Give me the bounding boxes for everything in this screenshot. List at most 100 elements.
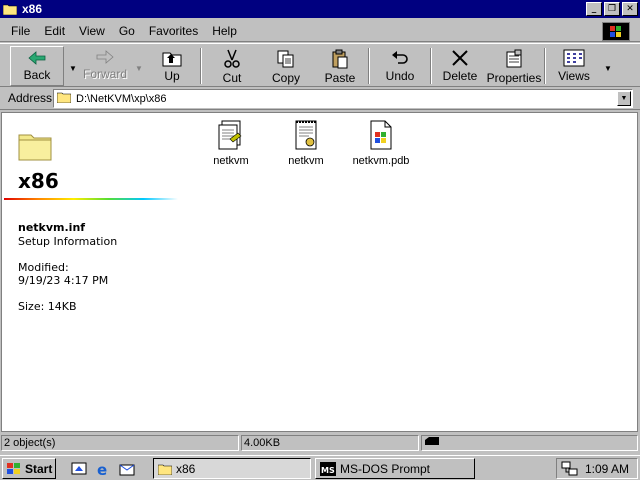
folder-icon	[158, 464, 172, 475]
undo-button[interactable]: Undo	[373, 46, 427, 86]
file-item[interactable]: netkvm	[271, 119, 341, 167]
cut-button[interactable]: Cut	[205, 46, 259, 86]
menu-file[interactable]: File	[11, 24, 30, 38]
file-name: netkvm	[288, 155, 324, 167]
rainbow-divider	[4, 198, 178, 200]
task-label: x86	[176, 461, 196, 476]
large-folder-icon	[18, 131, 52, 164]
toolbar-separator	[544, 48, 546, 84]
start-button[interactable]: Start	[2, 458, 56, 479]
menu-go[interactable]: Go	[119, 24, 135, 38]
toolbar: Back ▼ Forward ▼ Up Cut Copy Paste Undo	[0, 43, 640, 87]
paste-clipboard-icon	[332, 49, 348, 69]
views-button[interactable]: Views	[547, 46, 601, 86]
status-zone	[421, 435, 638, 451]
windows-logo-icon	[7, 462, 20, 474]
back-button[interactable]: Back	[10, 46, 64, 86]
windows-file-icon	[370, 120, 392, 150]
selected-file-name: netkvm.inf	[18, 221, 86, 234]
delete-label: Delete	[442, 69, 478, 83]
outlook-express-icon[interactable]	[118, 460, 136, 478]
ms-dos-icon: MS	[320, 461, 336, 476]
explorer-window: x86 _ ❐ ✕ File Edit View Go Favorites He…	[0, 0, 640, 455]
views-icon	[563, 49, 585, 67]
menu-favorites[interactable]: Favorites	[149, 24, 198, 38]
menu-help[interactable]: Help	[212, 24, 237, 38]
up-label: Up	[164, 69, 180, 83]
task-button-x86[interactable]: x86	[153, 458, 311, 479]
back-label: Back	[23, 68, 51, 82]
up-folder-icon	[162, 52, 182, 67]
folder-icon	[56, 91, 72, 106]
forward-label: Forward	[82, 67, 127, 81]
properties-label: Properties	[486, 71, 542, 85]
close-button[interactable]: ✕	[622, 2, 638, 16]
drive-icon	[425, 437, 439, 445]
menu-view[interactable]: View	[79, 24, 105, 38]
show-desktop-icon[interactable]	[70, 460, 88, 478]
file-name: netkvm.pdb	[352, 155, 410, 167]
file-item[interactable]: netkvm	[196, 119, 266, 167]
properties-icon	[506, 49, 522, 68]
toolbar-separator	[200, 48, 202, 84]
internet-explorer-icon[interactable]: e	[94, 460, 112, 478]
status-size: 4.00KB	[241, 435, 419, 451]
status-bar: 2 object(s) 4.00KB	[0, 434, 640, 452]
minimize-button[interactable]: _	[586, 2, 602, 16]
restore-button[interactable]: ❐	[604, 2, 620, 16]
status-object-count: 2 object(s)	[1, 435, 239, 451]
delete-x-icon	[452, 50, 468, 66]
menu-edit[interactable]: Edit	[44, 24, 65, 38]
toolbar-separator	[368, 48, 370, 84]
delete-button[interactable]: Delete	[433, 46, 487, 86]
folder-view[interactable]: x86 netkvm.inf Setup Information Modifie…	[1, 112, 638, 432]
copy-label: Copy	[271, 71, 300, 85]
forward-arrow-icon	[96, 50, 114, 64]
address-label: Address	[8, 91, 53, 105]
task-label: MS-DOS Prompt	[340, 461, 431, 476]
svg-text:e: e	[97, 461, 107, 477]
file-name: netkvm	[213, 155, 249, 167]
properties-button[interactable]: Properties	[486, 46, 542, 86]
svg-text:MS: MS	[321, 466, 335, 475]
folder-title: x86	[18, 169, 59, 193]
modified-value: 9/19/23 4:17 PM	[18, 274, 109, 287]
taskbar: Start e x86 MS MS-DOS Prompt 1:09 AM	[0, 455, 640, 480]
up-button[interactable]: Up	[145, 46, 199, 86]
paste-button[interactable]: Paste	[313, 46, 367, 86]
selected-file-type: Setup Information	[18, 235, 118, 248]
views-dropdown-icon[interactable]: ▼	[604, 64, 612, 73]
security-catalog-file-icon	[295, 120, 317, 150]
file-size: Size: 14KB	[18, 300, 77, 313]
start-label: Start	[25, 461, 53, 476]
cut-label: Cut	[222, 71, 242, 85]
system-tray: 1:09 AM	[556, 458, 638, 479]
copy-icon	[277, 50, 294, 68]
back-arrow-icon	[28, 51, 46, 65]
toolbar-separator	[430, 48, 432, 84]
modified-label: Modified:	[18, 261, 69, 274]
back-dropdown-icon[interactable]: ▼	[69, 64, 77, 73]
window-title: x86	[22, 2, 43, 16]
title-bar[interactable]: x86 _ ❐ ✕	[0, 0, 640, 18]
windows-logo-icon	[602, 22, 630, 41]
views-label: Views	[558, 69, 590, 83]
task-button-ms-dos-prompt[interactable]: MS MS-DOS Prompt	[315, 458, 475, 479]
address-value: D:\NetKVM\xp\x86	[76, 92, 167, 105]
copy-button[interactable]: Copy	[259, 46, 313, 86]
undo-arrow-icon	[392, 51, 408, 64]
network-icon[interactable]	[561, 461, 579, 477]
setup-info-file-icon	[218, 120, 242, 150]
address-bar: Address D:\NetKVM\xp\x86 ▼	[0, 88, 640, 110]
scissors-icon	[224, 49, 240, 68]
forward-button[interactable]: Forward	[78, 46, 132, 86]
undo-label: Undo	[385, 69, 415, 83]
paste-label: Paste	[324, 71, 356, 85]
forward-dropdown-icon[interactable]: ▼	[135, 64, 143, 73]
clock[interactable]: 1:09 AM	[585, 462, 629, 476]
menu-bar: File Edit View Go Favorites Help	[0, 20, 640, 42]
address-dropdown-button[interactable]: ▼	[617, 91, 631, 106]
folder-icon	[2, 2, 18, 16]
address-field[interactable]: D:\NetKVM\xp\x86 ▼	[53, 89, 633, 108]
file-item[interactable]: netkvm.pdb	[346, 119, 416, 167]
